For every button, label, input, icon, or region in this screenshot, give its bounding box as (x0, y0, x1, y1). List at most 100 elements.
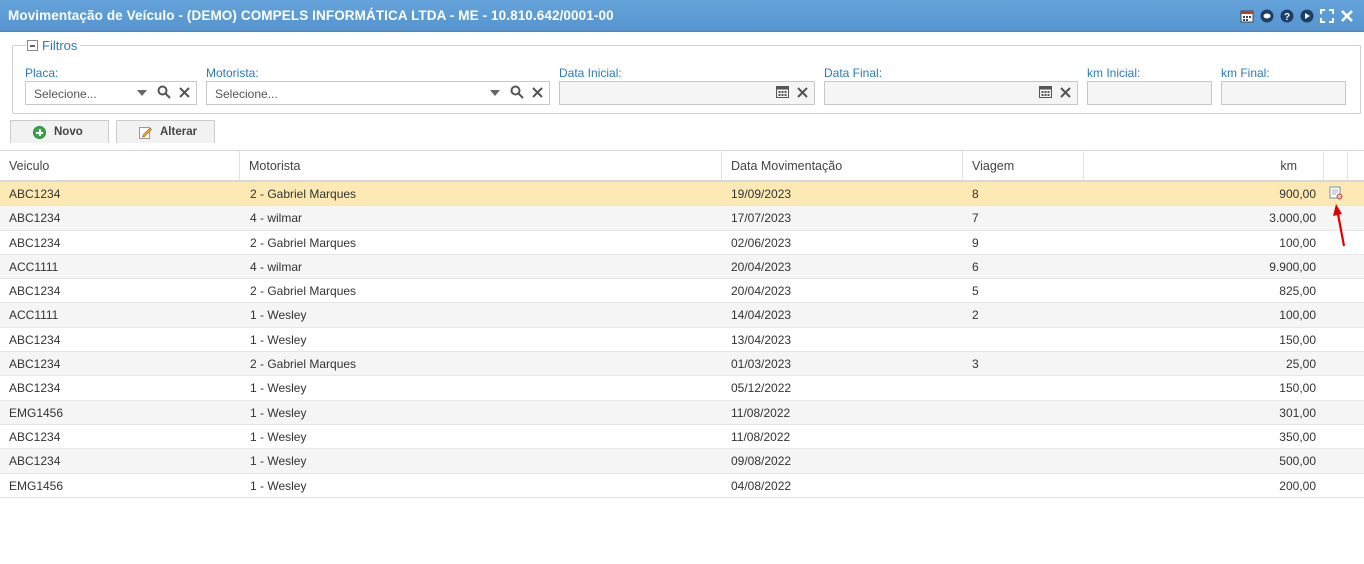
filters-legend-label: Filtros (42, 38, 78, 53)
cell-veiculo: ABC1234 (9, 235, 61, 250)
table-row[interactable]: ABC1234 2 - Gabriel Marques 20/04/2023 5 825… (0, 279, 1364, 304)
cell-km: 9.900,00 (1269, 259, 1316, 274)
cell-data: 17/07/2023 (731, 211, 792, 226)
data-inicial-input[interactable] (559, 81, 815, 105)
search-icon[interactable] (510, 85, 524, 102)
cell-veiculo: ABC1234 (9, 357, 61, 372)
km-inicial-label: km Inicial: (1087, 66, 1141, 80)
column-header-km[interactable]: km (1084, 151, 1324, 181)
cell-data: 14/04/2023 (731, 308, 792, 323)
alterar-label: Alterar (160, 126, 198, 138)
cell-viagem: 2 (972, 308, 979, 323)
cell-km: 3.000,00 (1269, 211, 1316, 226)
cell-motorista: 1 - Wesley (250, 405, 307, 420)
table-body: ABC1234 2 - Gabriel Marques 19/09/2023 8 900… (0, 182, 1364, 498)
calendar-icon[interactable] (776, 85, 789, 101)
placa-select[interactable]: Selecione... (25, 81, 197, 105)
cell-data: 11/08/2022 (731, 405, 791, 420)
table-row[interactable]: ABC1234 2 - Gabriel Marques 01/03/2023 3 25,… (0, 352, 1364, 377)
column-header-data[interactable]: Data Movimentação (722, 151, 963, 181)
cell-motorista: 2 - Gabriel Marques (250, 187, 357, 201)
clear-icon[interactable] (1060, 85, 1071, 101)
svg-text:?: ? (1284, 12, 1290, 23)
table-row[interactable]: ABC1234 1 - Wesley 13/04/2023 150,00 (0, 327, 1364, 353)
window-controls: ? (1240, 8, 1354, 24)
collapse-icon[interactable] (27, 40, 38, 51)
cell-km: 200,00 (1279, 478, 1316, 493)
motorista-placeholder: Selecione... (215, 87, 278, 101)
cell-motorista: 1 - Wesley (250, 381, 307, 396)
help-icon[interactable]: ? (1280, 9, 1294, 23)
cell-motorista: 2 - Gabriel Marques (250, 357, 357, 372)
add-icon (33, 125, 46, 139)
maximize-icon[interactable] (1320, 9, 1334, 23)
km-final-input[interactable] (1221, 81, 1346, 105)
table-row[interactable]: EMG1456 1 - Wesley 11/08/2022 301,00 (0, 400, 1364, 425)
table-row[interactable]: ABC1234 1 - Wesley 09/08/2022 500,00 (0, 449, 1364, 474)
cell-data: 04/08/2022 (731, 478, 792, 493)
cell-motorista: 2 - Gabriel Marques (250, 235, 357, 250)
column-header-veiculo[interactable]: Veiculo (0, 151, 240, 181)
table-row[interactable]: EMG1456 1 - Wesley 04/08/2022 200,00 (0, 473, 1364, 498)
cell-viagem: 6 (972, 259, 979, 274)
table-row[interactable]: ABC1234 4 - wilmar 17/07/2023 7 3.000,00 (0, 206, 1364, 231)
cell-data: 13/04/2023 (731, 332, 792, 347)
placa-placeholder: Selecione... (34, 87, 97, 101)
cell-data: 20/04/2023 (731, 259, 792, 274)
play-icon[interactable] (1300, 9, 1314, 23)
clear-icon[interactable] (179, 85, 190, 101)
cell-viagem: 9 (972, 235, 979, 250)
calendar-icon[interactable] (1240, 9, 1254, 23)
cell-motorista: 1 - Wesley (250, 308, 307, 323)
table-row[interactable]: ABC1234 2 - Gabriel Marques 19/09/2023 8 900… (0, 182, 1364, 207)
cell-data: 05/12/2022 (731, 381, 792, 396)
cell-veiculo: ABC1234 (9, 381, 61, 396)
cell-veiculo: ABC1234 (9, 454, 61, 469)
cell-km: 150,00 (1279, 332, 1316, 347)
cell-km: 100,00 (1279, 235, 1316, 250)
cell-veiculo: ABC1234 (9, 187, 61, 201)
table-row[interactable]: ABC1234 2 - Gabriel Marques 02/06/2023 9 100… (0, 230, 1364, 255)
table-row[interactable]: ACC1111 4 - wilmar 20/04/2023 6 9.900,00 (0, 254, 1364, 280)
clear-icon[interactable] (532, 85, 543, 101)
cell-veiculo: ACC1111 (9, 308, 59, 323)
filters-legend[interactable]: Filtros (26, 38, 81, 53)
cell-data: 09/08/2022 (731, 454, 792, 469)
edit-icon (139, 126, 152, 139)
cell-data: 20/04/2023 (731, 284, 792, 299)
annotation-arrow (1333, 204, 1346, 247)
chat-icon[interactable] (1260, 9, 1274, 23)
cell-viagem: 5 (972, 284, 979, 299)
table-row[interactable]: ABC1234 1 - Wesley 11/08/2022 350,00 (0, 424, 1364, 450)
cell-km: 900,00 (1279, 187, 1316, 201)
cell-km: 100,00 (1279, 308, 1316, 323)
cell-veiculo: EMG1456 (9, 405, 64, 420)
km-inicial-input[interactable] (1087, 81, 1212, 105)
data-inicial-label: Data Inicial: (559, 66, 622, 80)
close-icon[interactable] (1340, 9, 1354, 23)
cell-motorista: 2 - Gabriel Marques (250, 284, 357, 299)
row-edit-icon[interactable] (1329, 186, 1343, 200)
search-icon[interactable] (157, 85, 171, 102)
cell-motorista: 1 - Wesley (250, 332, 307, 347)
novo-button[interactable]: Novo (10, 120, 109, 143)
cell-data: 11/08/2022 (731, 429, 791, 444)
alterar-button[interactable]: Alterar (116, 120, 215, 143)
column-header-viagem[interactable]: Viagem (963, 151, 1084, 181)
cell-viagem: 7 (972, 211, 979, 226)
table-row[interactable]: ABC1234 1 - Wesley 05/12/2022 150,00 (0, 376, 1364, 401)
clear-icon[interactable] (797, 85, 808, 101)
window-titlebar: Movimentação de Veículo - (DEMO) COMPELS… (0, 0, 1364, 32)
motorista-select[interactable]: Selecione... (206, 81, 550, 105)
cell-motorista: 4 - wilmar (250, 211, 303, 226)
table-row[interactable]: ACC1111 1 - Wesley 14/04/2023 2 100,00 (0, 303, 1364, 328)
calendar-icon[interactable] (1039, 85, 1052, 101)
novo-label: Novo (54, 126, 83, 138)
cell-motorista: 1 - Wesley (250, 454, 307, 469)
data-final-input[interactable] (824, 81, 1078, 105)
chevron-down-icon[interactable] (490, 90, 500, 96)
chevron-down-icon[interactable] (137, 90, 147, 96)
window-title: Movimentação de Veículo - (DEMO) COMPELS… (8, 8, 614, 23)
cell-km: 825,00 (1279, 284, 1316, 299)
column-header-motorista[interactable]: Motorista (240, 151, 722, 181)
